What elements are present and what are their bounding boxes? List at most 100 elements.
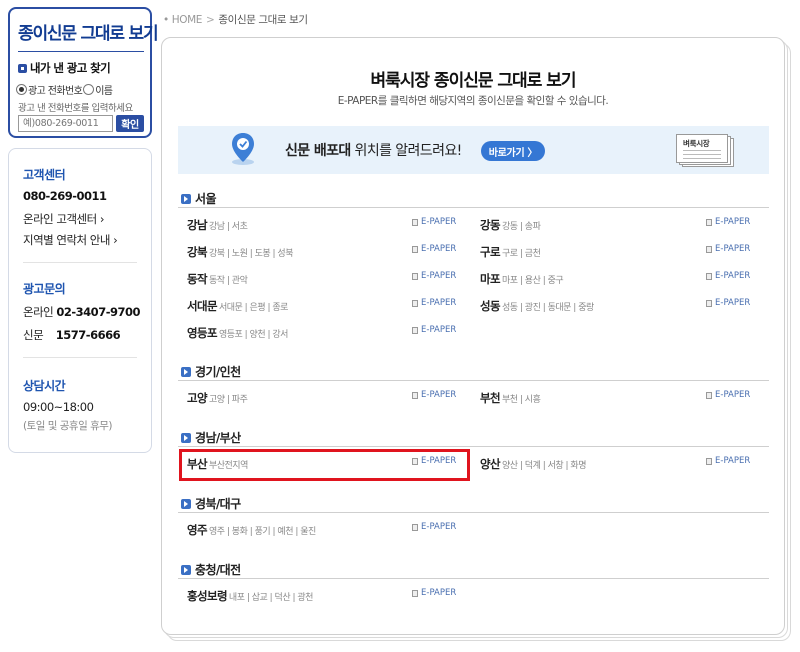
document-icon <box>412 218 418 226</box>
region-name[interactable]: 부천 <box>480 391 501 405</box>
epaper-link[interactable]: E-PAPER <box>412 588 456 598</box>
arrow-bullet-icon <box>181 564 191 575</box>
breadcrumb: • HOME > 종이신문 그대로 보기 <box>163 12 308 27</box>
ad-finder-box: 종이신문 그대로 보기 내가 낸 광고 찾기 광고 전화번호 이름 광고 낸 전… <box>8 7 159 138</box>
region-districts: 강남 | 서초 <box>208 222 248 232</box>
region-districts: 고양 | 파주 <box>208 395 248 405</box>
region-districts: 영주 | 봉화 | 풍기 | 예천 | 울진 <box>208 527 316 537</box>
epaper-link[interactable]: E-PAPER <box>706 244 750 254</box>
region-name[interactable]: 고양 <box>187 391 208 405</box>
region-name[interactable]: 영주 <box>187 523 208 537</box>
region-name[interactable]: 강남 <box>187 218 208 232</box>
region-item[interactable]: 영주 영주 | 봉화 | 풍기 | 예천 | 울진 <box>187 522 316 538</box>
epaper-link[interactable]: E-PAPER <box>412 325 456 335</box>
confirm-button[interactable]: 확인 <box>116 115 144 132</box>
ad-finder-hint: 광고 낸 전화번호를 입력하세요 <box>18 103 133 114</box>
page-subtitle: E-PAPER를 클릭하면 해당지역의 종이신문을 확인할 수 있습니다. <box>337 95 609 107</box>
page-title: 벼룩시장 종이신문 그대로 보기 <box>370 71 576 91</box>
region-name[interactable]: 강북 <box>187 245 208 259</box>
region-districts: 마포 | 용산 | 중구 <box>501 276 564 286</box>
arrow-bullet-icon <box>181 498 191 509</box>
radio-name-label[interactable]: 이름 <box>95 82 113 97</box>
highlight-box <box>179 449 470 481</box>
region-item[interactable]: 성동 성동 | 광진 | 동대문 | 중랑 <box>480 298 594 314</box>
hours-value: 09:00~18:00 <box>23 400 94 414</box>
ad-finder-title: 종이신문 그대로 보기 <box>18 24 159 44</box>
ad-finder-subtitle: 내가 낸 광고 찾기 <box>18 60 111 76</box>
epaper-link[interactable]: E-PAPER <box>412 390 456 400</box>
region-name[interactable]: 양산 <box>480 457 501 471</box>
region-name[interactable]: 홍성보령 <box>187 589 228 603</box>
epaper-link[interactable]: E-PAPER <box>412 217 456 227</box>
ad-inquiry-paper: 신문 1577-6666 <box>23 328 121 342</box>
region-item[interactable]: 강동 강동 | 송파 <box>480 217 541 233</box>
region-districts: 동작 | 관악 <box>208 276 248 286</box>
region-item[interactable]: 강북 강북 | 노원 | 도봉 | 성북 <box>187 244 293 260</box>
region-districts: 구로 | 금천 <box>501 249 541 259</box>
radio-phone[interactable] <box>16 84 27 95</box>
document-icon <box>706 245 712 253</box>
epaper-link[interactable]: E-PAPER <box>412 271 456 281</box>
region-item[interactable]: 양산 양산 | 덕계 | 서창 | 화명 <box>480 456 586 472</box>
radio-name[interactable] <box>83 84 95 95</box>
radio-phone-label[interactable]: 광고 전화번호 <box>28 82 83 97</box>
epaper-link[interactable]: E-PAPER <box>706 298 750 308</box>
region-item[interactable]: 동작 동작 | 관악 <box>187 271 248 287</box>
epaper-link[interactable]: E-PAPER <box>412 298 456 308</box>
chevron-right-icon: › <box>113 233 118 247</box>
document-icon <box>706 457 712 465</box>
region-districts: 서대문 | 은평 | 종로 <box>218 303 288 313</box>
online-customer-center-link[interactable]: 온라인 고객센터 › <box>23 211 104 227</box>
regional-contacts-link[interactable]: 지역별 연락처 안내 › <box>23 232 118 248</box>
region-name[interactable]: 동작 <box>187 272 208 286</box>
region-item[interactable]: 고양 고양 | 파주 <box>187 390 248 406</box>
newspaper-icon: 벼룩시장 <box>676 134 734 167</box>
epaper-link[interactable]: E-PAPER <box>706 271 750 281</box>
document-icon <box>706 272 712 280</box>
region-name[interactable]: 영등포 <box>187 326 218 340</box>
region-item[interactable]: 서대문 서대문 | 은평 | 종로 <box>187 298 288 314</box>
home-link[interactable]: • HOME <box>163 14 202 26</box>
document-icon <box>706 391 712 399</box>
document-icon <box>412 589 418 597</box>
region-name[interactable]: 강동 <box>480 218 501 232</box>
customer-center-phone: 080-269-0011 <box>23 189 107 203</box>
section-heading: 서울 <box>181 190 216 207</box>
region-item[interactable]: 마포 마포 | 용산 | 중구 <box>480 271 564 287</box>
divider <box>178 512 769 513</box>
search-type-radio-group: 광고 전화번호 이름 <box>16 82 113 97</box>
region-item[interactable]: 영등포 영등포 | 양천 | 강서 <box>187 325 288 341</box>
epaper-link[interactable]: E-PAPER <box>706 390 750 400</box>
distribution-banner: 신문 배포대 위치를 알려드려요! 바로가기 〉 벼룩시장 <box>178 126 769 174</box>
main-panel: 벼룩시장 종이신문 그대로 보기 E-PAPER를 클릭하면 해당지역의 종이신… <box>161 37 785 635</box>
region-districts: 강북 | 노원 | 도봉 | 성북 <box>208 249 294 259</box>
region-item[interactable]: 홍성보령 내포 | 삽교 | 덕산 | 광천 <box>187 588 313 604</box>
customer-info-box: 고객센터 080-269-0011 온라인 고객센터 › 지역별 연락처 안내 … <box>8 148 152 453</box>
divider <box>18 51 144 52</box>
go-to-button[interactable]: 바로가기 〉 <box>481 141 545 161</box>
document-icon <box>412 299 418 307</box>
ad-inquiry-online: 온라인 02-3407-9700 <box>23 305 140 319</box>
region-name[interactable]: 마포 <box>480 272 501 286</box>
region-item[interactable]: 구로 구로 | 금천 <box>480 244 541 260</box>
home-icon: • <box>163 14 169 26</box>
hours-title: 상담시간 <box>23 379 66 393</box>
divider <box>23 357 137 358</box>
region-name[interactable]: 구로 <box>480 245 501 259</box>
document-icon <box>412 272 418 280</box>
epaper-link[interactable]: E-PAPER <box>706 456 750 466</box>
region-item[interactable]: 강남 강남 | 서초 <box>187 217 248 233</box>
chevron-right-icon: > <box>206 14 215 26</box>
hours-note: (토일 및 공휴일 휴무) <box>23 420 113 432</box>
epaper-link[interactable]: E-PAPER <box>706 217 750 227</box>
region-item[interactable]: 부천 부천 | 시흥 <box>480 390 541 406</box>
region-districts: 강동 | 송파 <box>501 222 541 232</box>
phone-number-input[interactable] <box>18 115 113 132</box>
epaper-link[interactable]: E-PAPER <box>412 244 456 254</box>
epaper-link[interactable]: E-PAPER <box>412 522 456 532</box>
customer-center-title: 고객센터 <box>23 168 66 182</box>
section-heading: 경기/인천 <box>181 363 241 380</box>
divider <box>178 578 769 579</box>
region-name[interactable]: 서대문 <box>187 299 218 313</box>
region-name[interactable]: 성동 <box>480 299 501 313</box>
